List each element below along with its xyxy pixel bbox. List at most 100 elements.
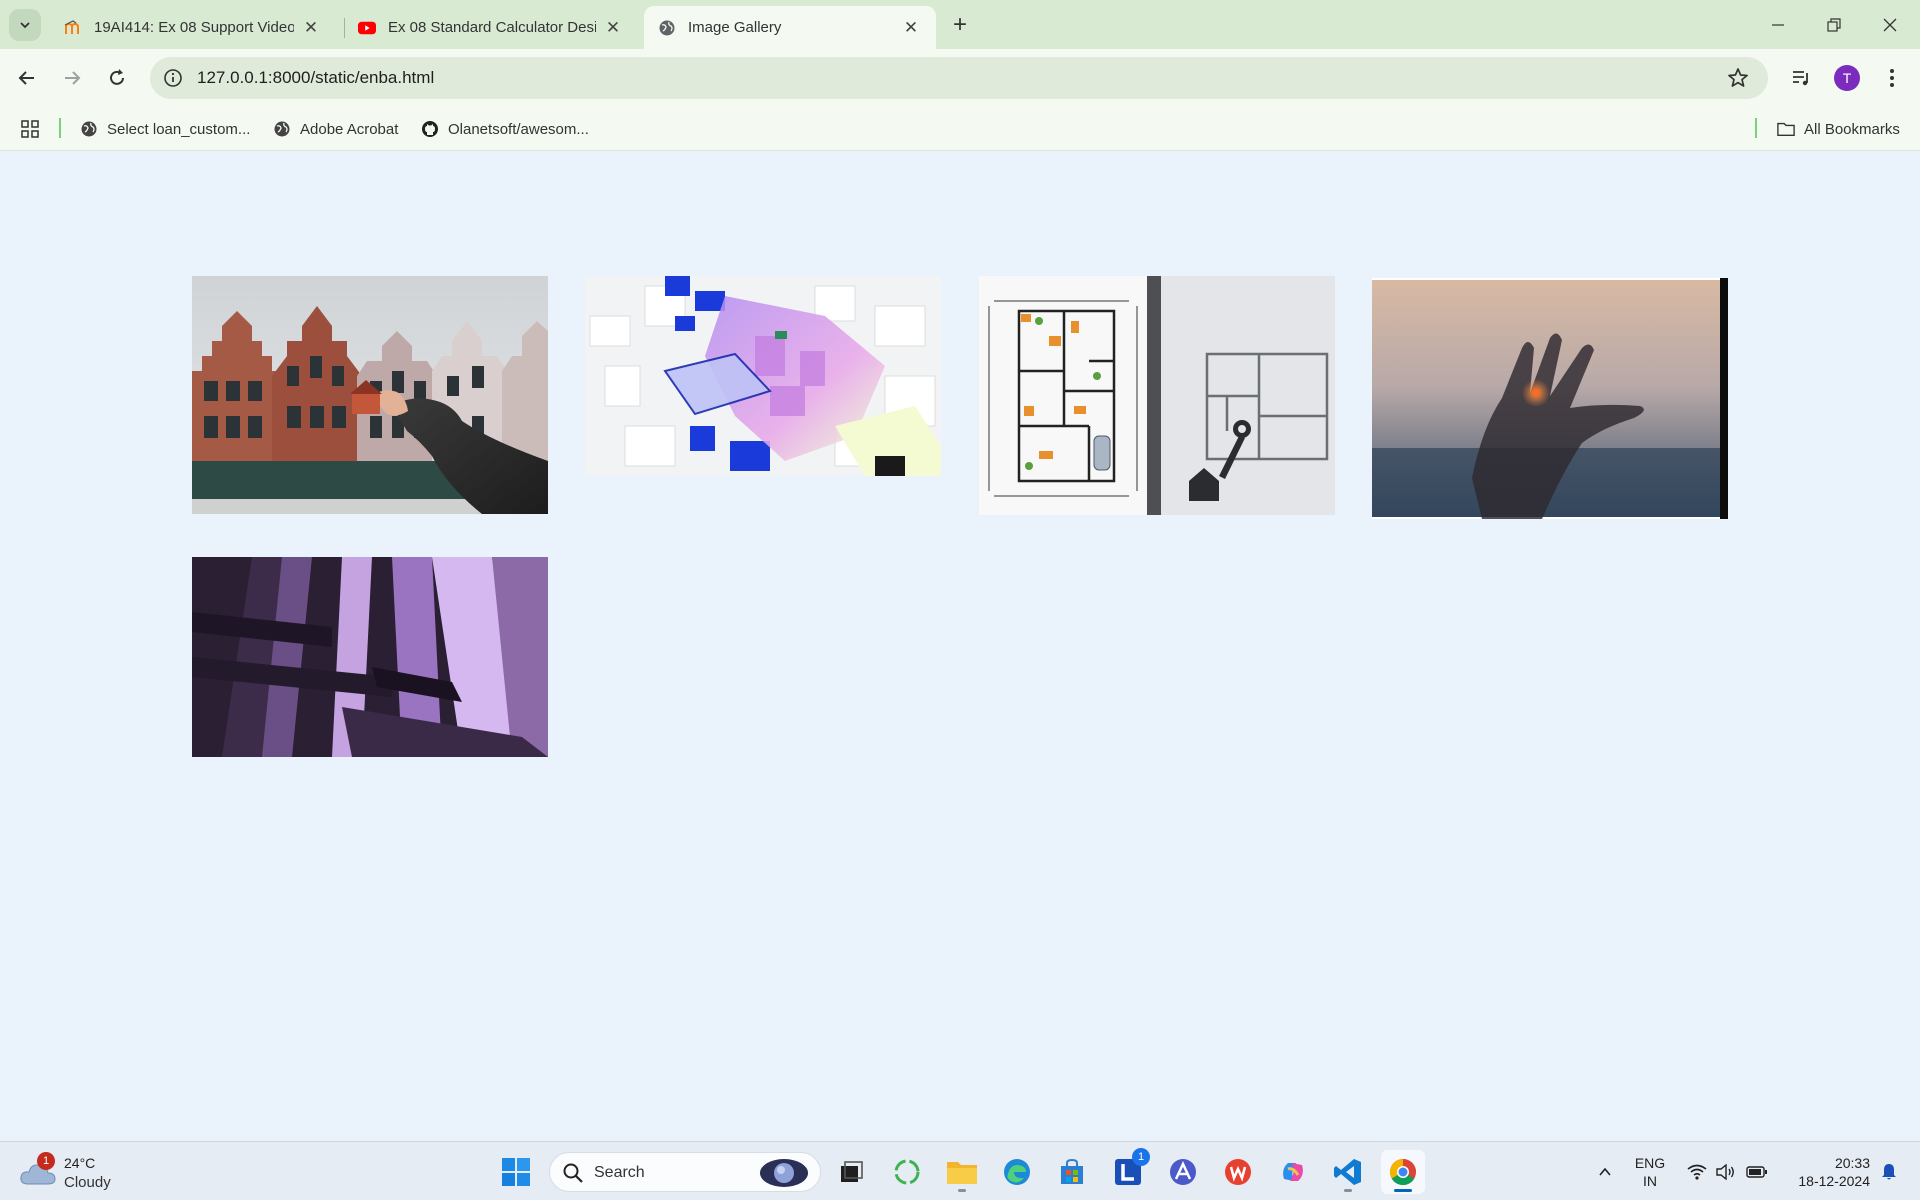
town-houses-photo <box>192 276 548 514</box>
taskbar-search[interactable]: Search <box>549 1152 821 1192</box>
taskbar-app-store[interactable] <box>1050 1150 1094 1194</box>
browser-toolbar: 127.0.0.1:8000/static/enba.html T <box>0 49 1920 107</box>
copilot-icon <box>1283 1163 1303 1181</box>
reload-button[interactable] <box>100 61 134 95</box>
task-view-button[interactable] <box>829 1150 873 1194</box>
arrow-left-icon <box>18 71 34 85</box>
youtube-icon <box>358 19 376 37</box>
new-tab-button[interactable]: + <box>946 11 974 39</box>
taskbar-app-edge[interactable] <box>995 1150 1039 1194</box>
restore-button[interactable] <box>1806 0 1862 49</box>
start-button[interactable] <box>494 1150 538 1194</box>
language-indicator[interactable]: ENG IN <box>1630 1154 1670 1190</box>
apps-button[interactable] <box>20 116 40 142</box>
close-tab-icon[interactable]: ✕ <box>300 17 322 39</box>
chevron-down-icon <box>20 22 30 29</box>
hand-sunset-photo <box>1372 278 1728 519</box>
menu-button[interactable] <box>1876 62 1908 94</box>
wifi-status[interactable] <box>1684 1142 1710 1200</box>
bookmark-item[interactable]: Select loan_custom... <box>80 116 250 142</box>
taskbar-app-vscode[interactable] <box>1326 1150 1370 1194</box>
gallery-page <box>0 151 1920 1141</box>
bookmark-label: Adobe Acrobat <box>300 120 399 138</box>
globe-icon <box>80 120 98 138</box>
battery-status[interactable] <box>1743 1142 1771 1200</box>
windows-logo-icon <box>502 1158 530 1186</box>
task-view-icon <box>841 1161 863 1182</box>
minimize-icon <box>1772 23 1784 26</box>
close-tab-icon[interactable]: ✕ <box>900 17 922 39</box>
all-bookmarks-label: All Bookmarks <box>1804 120 1900 138</box>
moodle-icon <box>64 19 82 37</box>
close-window-button[interactable] <box>1862 0 1918 49</box>
bookmark-label: Select loan_custom... <box>107 120 251 138</box>
running-indicator <box>958 1189 966 1192</box>
bookmarks-divider <box>1755 118 1757 138</box>
kebab-menu-icon <box>1890 69 1894 87</box>
bell-icon <box>1882 1163 1896 1179</box>
bookmarks-divider <box>59 118 61 138</box>
weather-temp: 24°C <box>64 1155 96 1171</box>
clock-time: 20:33 <box>1834 1155 1870 1171</box>
gallery-image-floor-plan[interactable] <box>979 276 1335 515</box>
minimize-button[interactable] <box>1750 0 1806 49</box>
taskbar-app-file-explorer[interactable] <box>940 1150 984 1194</box>
avatar: T <box>1834 65 1860 91</box>
tab-moodle[interactable]: 19AI414: Ex 08 Support Video | ✕ <box>50 6 336 49</box>
show-hidden-icons-button[interactable] <box>1590 1142 1620 1200</box>
forward-button[interactable] <box>55 61 89 95</box>
tab-youtube[interactable]: Ex 08 Standard Calculator Desig ✕ <box>344 6 638 49</box>
weather-badge: 1 <box>37 1152 55 1170</box>
taskbar-app-copilot[interactable] <box>1271 1150 1315 1194</box>
close-tab-icon[interactable]: ✕ <box>602 17 624 39</box>
media-control-button[interactable] <box>1785 62 1817 94</box>
bookmark-star-icon[interactable] <box>1726 66 1750 90</box>
taskbar-app-refresh[interactable] <box>885 1150 929 1194</box>
gallery-image-town-houses[interactable] <box>192 276 548 514</box>
gallery-image-hand-sunset[interactable] <box>1372 278 1728 519</box>
clock-date: 18-12-2024 <box>1798 1173 1870 1189</box>
floor-plan-photo <box>979 276 1335 515</box>
volume-status[interactable] <box>1713 1142 1739 1200</box>
globe-icon <box>658 19 676 37</box>
tab-title: Image Gallery <box>688 19 782 36</box>
speaker-icon <box>1716 1163 1734 1180</box>
taskbar-app-wps[interactable] <box>1216 1150 1260 1194</box>
bookmark-item[interactable]: Olanetsoft/awesom... <box>421 116 589 142</box>
battery-icon <box>1746 1165 1767 1178</box>
app-badge: 1 <box>1132 1148 1150 1166</box>
weather-condition: Cloudy <box>64 1174 111 1191</box>
taskbar-app-arc[interactable] <box>1161 1150 1205 1194</box>
language-code: ENG <box>1634 1155 1666 1171</box>
tab-image-gallery[interactable]: Image Gallery ✕ <box>644 6 936 49</box>
weather-widget[interactable]: 1 24°C Cloudy <box>20 1150 130 1194</box>
search-icon <box>563 1163 583 1183</box>
reload-icon <box>110 69 124 85</box>
all-bookmarks-button[interactable]: All Bookmarks <box>1777 116 1900 142</box>
tab-search-button[interactable] <box>9 9 41 41</box>
restore-icon <box>1827 17 1841 32</box>
wifi-icon <box>1687 1164 1707 1180</box>
site-info-icon[interactable] <box>162 67 184 89</box>
system-clock[interactable]: 20:33 18-12-2024 <box>1780 1154 1870 1190</box>
tab-title: Ex 08 Standard Calculator Desig <box>388 19 596 36</box>
region-code: IN <box>1643 1173 1657 1189</box>
gallery-image-3d-city[interactable] <box>585 276 941 476</box>
bookmark-item[interactable]: Adobe Acrobat <box>273 116 398 142</box>
profile-button[interactable]: T <box>1831 62 1863 94</box>
folder-icon <box>1777 120 1795 138</box>
store-icon <box>1061 1158 1083 1184</box>
windows-taskbar: 1 24°C Cloudy Search 1 ENG IN 20:33 18-1… <box>0 1141 1920 1200</box>
notification-center-button[interactable] <box>1874 1142 1904 1200</box>
running-indicator <box>1394 1189 1412 1192</box>
gallery-image-purple-abstract[interactable] <box>192 557 548 757</box>
3d-city-render <box>585 276 941 476</box>
taskbar-app-l[interactable]: 1 <box>1106 1148 1150 1194</box>
taskbar-app-chrome[interactable] <box>1381 1150 1425 1194</box>
purple-abstract-render <box>192 557 548 757</box>
bookmark-label: Olanetsoft/awesom... <box>448 120 589 138</box>
back-button[interactable] <box>10 61 44 95</box>
url-text[interactable]: 127.0.0.1:8000/static/enba.html <box>197 68 434 88</box>
bookmarks-bar: Select loan_custom... Adobe Acrobat Olan… <box>0 107 1920 151</box>
address-bar[interactable]: 127.0.0.1:8000/static/enba.html <box>150 57 1768 99</box>
